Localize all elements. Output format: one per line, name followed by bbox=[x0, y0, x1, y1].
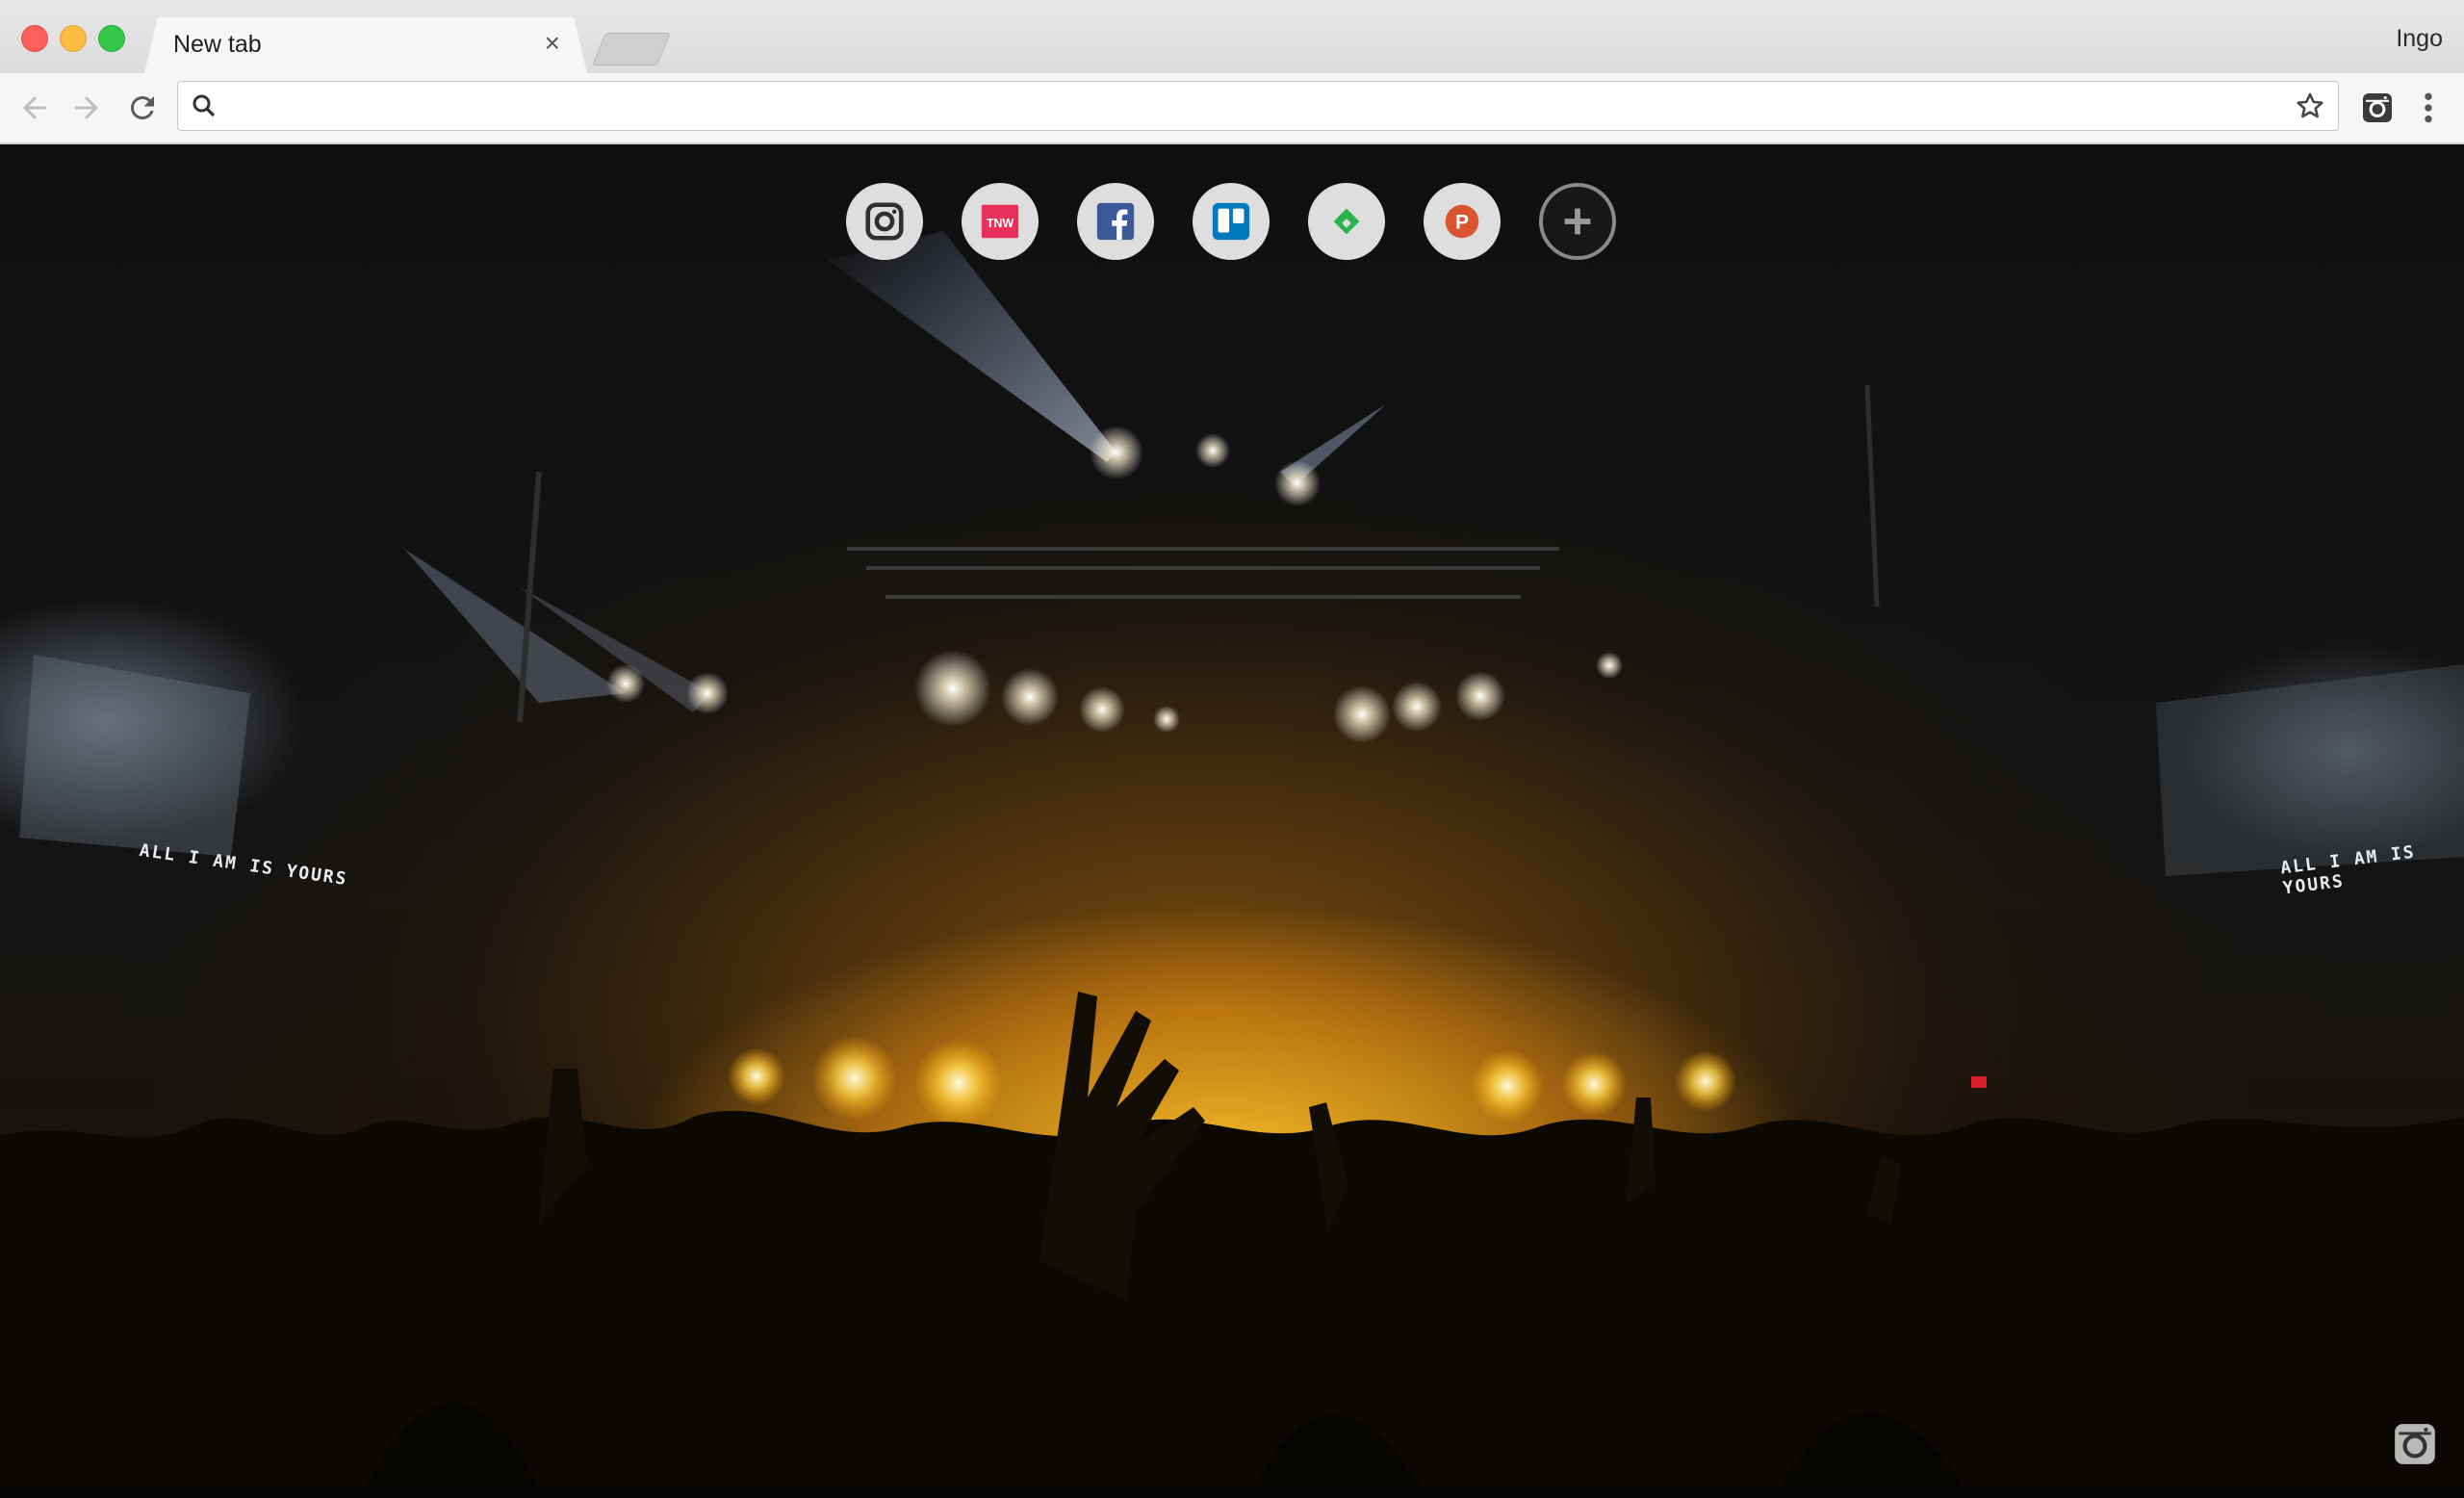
star-icon[interactable] bbox=[2294, 90, 2326, 122]
instagram-icon bbox=[865, 202, 904, 241]
camera-icon[interactable] bbox=[2391, 1420, 2439, 1468]
add-icon bbox=[1564, 208, 1591, 235]
concert-background-image bbox=[0, 231, 2464, 1486]
window-maximize-button[interactable] bbox=[98, 25, 125, 52]
shortcut-feedly[interactable] bbox=[1308, 183, 1385, 260]
shortcut-trello[interactable] bbox=[1193, 183, 1270, 260]
vertical-dots-icon[interactable] bbox=[2416, 89, 2441, 127]
tab-new-tab[interactable]: New tab × bbox=[144, 17, 587, 73]
product-hunt-letter: P bbox=[1455, 212, 1469, 234]
feedly-icon bbox=[1333, 208, 1360, 235]
tnw-icon: TNW bbox=[981, 204, 1019, 239]
facebook-icon bbox=[1096, 202, 1135, 241]
trello-icon bbox=[1212, 202, 1250, 241]
title-bar: New tab × Ingo bbox=[0, 0, 2464, 73]
window-minimize-button[interactable] bbox=[60, 25, 87, 52]
shortcut-product-hunt[interactable]: P bbox=[1424, 183, 1501, 260]
address-bar[interactable] bbox=[177, 81, 2339, 131]
tnw-logo-text: TNW bbox=[987, 217, 1014, 230]
instagram-extension-icon[interactable] bbox=[2360, 90, 2395, 125]
search-icon bbox=[192, 94, 216, 117]
browser-toolbar bbox=[0, 73, 2464, 144]
product-hunt-icon: P bbox=[1445, 204, 1479, 239]
shortcut-facebook[interactable] bbox=[1077, 183, 1154, 260]
shortcut-bar: TNW P bbox=[846, 183, 1616, 260]
forward-arrow-icon[interactable] bbox=[69, 90, 104, 125]
profile-name[interactable]: Ingo bbox=[2396, 25, 2443, 53]
window-close-button[interactable] bbox=[21, 25, 48, 52]
back-arrow-icon[interactable] bbox=[17, 90, 52, 125]
shortcut-tnw[interactable]: TNW bbox=[962, 183, 1039, 260]
window-bottom-edge bbox=[0, 1486, 2464, 1498]
add-shortcut-button[interactable] bbox=[1539, 183, 1616, 260]
new-tab-page: ALL I AM IS YOURS ALL I AM IS YOURS TNW bbox=[0, 144, 2464, 1486]
shortcut-instagram[interactable] bbox=[846, 183, 923, 260]
tab-close-icon[interactable]: × bbox=[545, 29, 560, 58]
address-input[interactable] bbox=[232, 88, 2257, 126]
reload-icon[interactable] bbox=[125, 90, 160, 125]
new-tab-button[interactable] bbox=[592, 33, 671, 65]
tab-title: New tab bbox=[173, 31, 262, 58]
